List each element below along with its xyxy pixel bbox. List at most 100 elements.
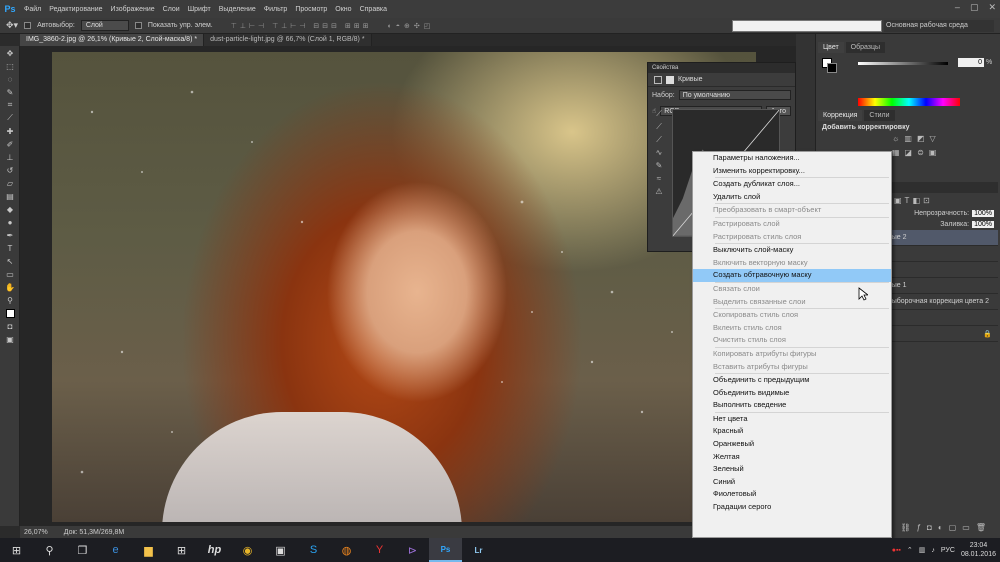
zoom-level[interactable]: 26,07% (24, 529, 48, 536)
menu-layers[interactable]: Слои (159, 6, 184, 13)
media-icon[interactable]: ▣ (264, 538, 297, 562)
show-controls-checkbox[interactable] (134, 22, 142, 29)
menu-window[interactable]: Окно (331, 6, 355, 13)
quick-mask-icon[interactable]: ◘ (3, 320, 17, 332)
adjustment-icons-row2[interactable]: ▦◪⊜▣ (892, 148, 941, 157)
context-menu-item[interactable]: Нет цвета (693, 413, 891, 426)
edge-icon[interactable]: e (99, 538, 132, 562)
skype-icon[interactable]: S (297, 538, 330, 562)
zoom-tool-icon[interactable]: ⚲ (3, 294, 17, 306)
autoselect-checkbox[interactable] (24, 22, 32, 29)
explorer-icon[interactable]: ▆ (132, 538, 165, 562)
network-icon[interactable]: ▥ (919, 546, 926, 554)
chrome-icon[interactable]: ◉ (231, 538, 264, 562)
context-menu-item[interactable]: Оранжевый (693, 438, 891, 451)
context-menu-item[interactable]: Градации серого (693, 501, 891, 514)
align-icons[interactable]: ⊤⊥⊢⊣ ⊤⊥⊢⊣ ⊟⊟⊟ ⊞⊞⊞ (231, 22, 372, 30)
marquee-tool-icon[interactable]: ⬚ (3, 60, 17, 72)
preset-select[interactable]: По умолчанию (678, 90, 791, 100)
history-brush-icon[interactable]: ↺ (3, 164, 17, 176)
context-menu-item[interactable]: Параметры наложения... (693, 152, 891, 165)
minimize-icon[interactable]: – (955, 2, 960, 13)
tray-arrow-icon[interactable]: ⌃ (907, 546, 913, 554)
background-swatch[interactable] (827, 63, 837, 73)
recording-icon[interactable]: ●▪▪ (892, 547, 901, 554)
healing-tool-icon[interactable]: ✚ (3, 125, 17, 137)
lightroom-icon[interactable]: Lr (462, 538, 495, 562)
hand-tool-icon[interactable]: ✋ (3, 281, 17, 293)
context-menu-item[interactable]: Объединить с предыдущим (693, 374, 891, 387)
menu-type[interactable]: Шрифт (184, 6, 215, 13)
curve-edit-icon[interactable]: ∿ (652, 146, 666, 159)
context-menu-item[interactable]: Объединить видимые (693, 387, 891, 400)
menu-edit[interactable]: Редактирование (45, 6, 106, 13)
lasso-tool-icon[interactable]: ◌ (3, 73, 17, 85)
search-field[interactable] (732, 20, 882, 32)
brush-tool-icon[interactable]: ✐ (3, 138, 17, 150)
crop-tool-icon[interactable]: ⌗ (3, 99, 17, 111)
mask-icon[interactable] (666, 75, 674, 84)
photoshop-icon[interactable]: Ps (429, 538, 462, 562)
layers-footer-icons[interactable]: ⛓ƒ◘◐▢▭🗑 (900, 523, 992, 532)
firefox-icon[interactable]: ◍ (330, 538, 363, 562)
properties-tab[interactable]: Свойства (648, 63, 795, 73)
gradient-tool-icon[interactable]: ▤ (3, 190, 17, 202)
eraser-tool-icon[interactable]: ▱ (3, 177, 17, 189)
context-menu-item[interactable]: Красный (693, 425, 891, 438)
maximize-icon[interactable]: ▢ (970, 2, 979, 13)
context-menu-item[interactable]: Выключить слой-маску (693, 244, 891, 257)
eyedropper-gray-icon[interactable]: ⟋ (652, 120, 666, 133)
close-icon[interactable]: ✕ (988, 2, 996, 13)
quick-select-tool-icon[interactable]: ✎ (3, 86, 17, 98)
screen-mode-icon[interactable]: ▣ (3, 333, 17, 345)
path-select-tool-icon[interactable]: ↖ (3, 255, 17, 267)
context-menu-item[interactable]: Удалить слой (693, 191, 891, 204)
menu-view[interactable]: Просмотр (291, 6, 331, 13)
tab-adjustments[interactable]: Коррекция (818, 110, 863, 121)
store-icon[interactable]: ⊞ (165, 538, 198, 562)
context-menu-item[interactable]: Зеленый (693, 463, 891, 476)
3d-mode-icons[interactable]: ◐◓⊕✣◰ (388, 22, 435, 30)
tab-color[interactable]: Цвет (818, 42, 844, 53)
color-ramp[interactable] (858, 98, 960, 106)
yandex-icon[interactable]: Y (363, 538, 396, 562)
type-tool-icon[interactable]: T (3, 242, 17, 254)
volume-icon[interactable]: ♪ (931, 547, 935, 554)
shape-tool-icon[interactable]: ▭ (3, 268, 17, 280)
tab-swatches[interactable]: Образцы (845, 42, 886, 53)
context-menu-item[interactable]: Выполнить сведение (693, 399, 891, 412)
tab-dust-particle[interactable]: dust-particle-light.jpg @ 66,7% (Слой 1,… (204, 34, 372, 46)
color-value-input[interactable]: 0 (958, 58, 984, 67)
menu-filter[interactable]: Фильтр (260, 6, 292, 13)
context-menu-item[interactable]: Фиолетовый (693, 488, 891, 501)
foreground-color-icon[interactable] (3, 307, 17, 319)
clock[interactable]: 23:04 08.01.2016 (961, 541, 996, 559)
dodge-tool-icon[interactable]: ● (3, 216, 17, 228)
search-icon[interactable]: ⚲ (33, 538, 66, 562)
menu-select[interactable]: Выделение (215, 6, 260, 13)
context-menu-item[interactable]: Изменить корректировку... (693, 165, 891, 178)
hp-icon[interactable]: hp (198, 538, 231, 562)
windows-icon[interactable]: ⊞ (0, 538, 33, 562)
move-tool-icon[interactable]: ✥▾ (6, 20, 18, 31)
workspace-select[interactable]: Основная рабочая среда (884, 20, 994, 32)
context-menu-item[interactable]: Создать обтравочную маску (693, 269, 891, 282)
tab-styles[interactable]: Стили (864, 110, 895, 121)
smooth-icon[interactable]: ≈ (652, 172, 666, 185)
context-menu-item[interactable]: Создать дубликат слоя... (693, 178, 891, 191)
task-view-icon[interactable]: ❐ (66, 538, 99, 562)
language-indicator[interactable]: РУС (941, 547, 955, 554)
filter-icons[interactable]: ▣T◧⊡ (894, 196, 933, 205)
menu-image[interactable]: Изображение (107, 6, 159, 13)
fill-input[interactable]: 100% (972, 221, 994, 228)
pen-tool-icon[interactable]: ✒ (3, 229, 17, 241)
move-tool-icon[interactable]: ✥ (3, 47, 17, 59)
context-menu-item[interactable]: Желтая (693, 451, 891, 464)
adjustment-icons[interactable]: ☼▥◩▽ (892, 134, 941, 143)
context-menu-item[interactable]: Синий (693, 476, 891, 489)
eyedropper-black-icon[interactable]: ⟋ (652, 107, 666, 120)
pencil-icon[interactable]: ✎ (652, 159, 666, 172)
color-slider[interactable] (858, 62, 948, 65)
menu-file[interactable]: Файл (20, 6, 45, 13)
eyedropper-tool-icon[interactable]: ⟋ (3, 112, 17, 124)
